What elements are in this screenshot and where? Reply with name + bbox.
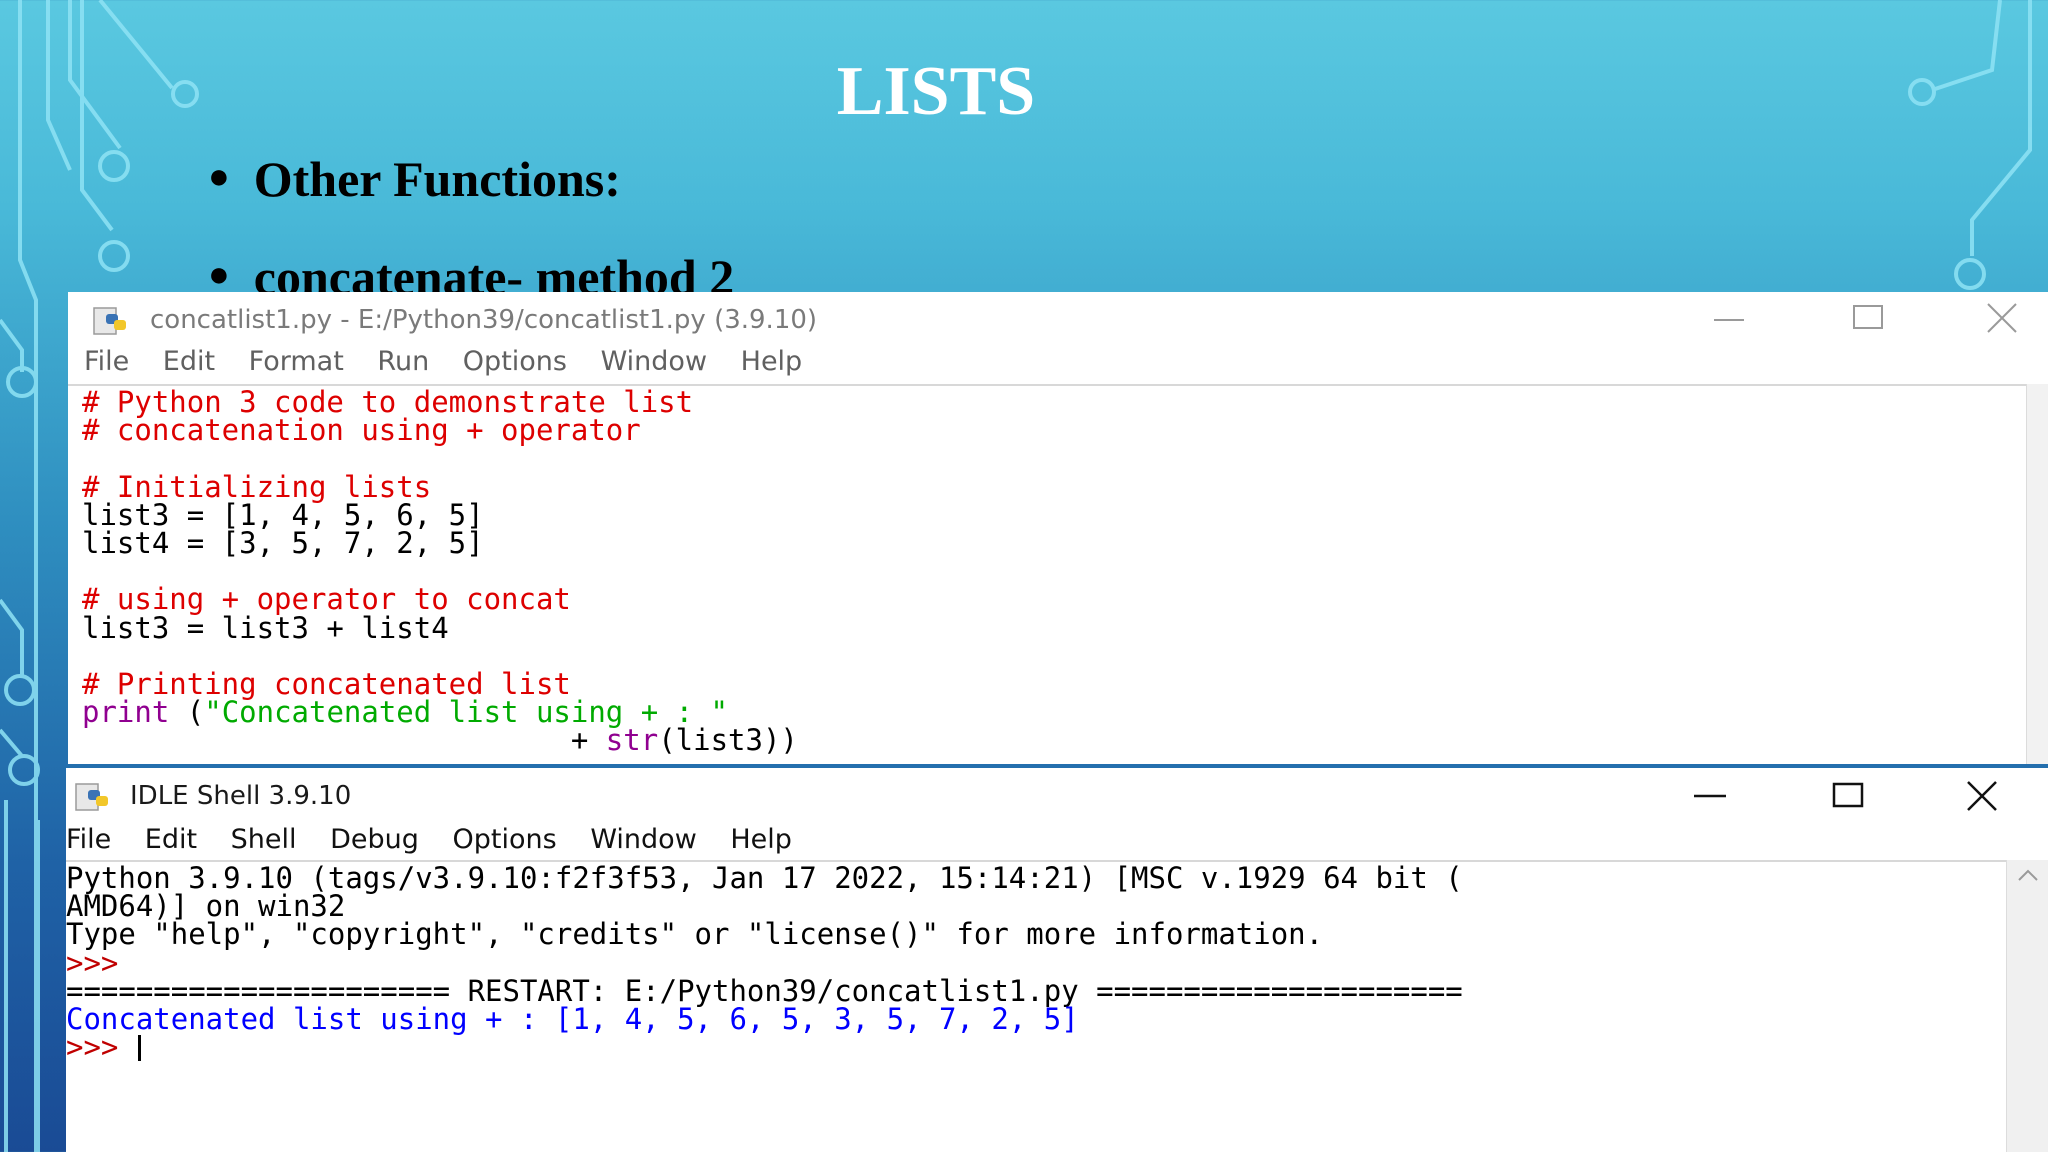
editor-menubar: File Edit Format Run Options Window Help <box>84 346 827 384</box>
code-line: list3 = [1, 4, 5, 6, 5] <box>82 497 484 532</box>
menu-format[interactable]: Format <box>249 346 344 377</box>
idle-editor-window: concatlist1.py - E:/Python39/concatlist1… <box>68 292 2048 764</box>
shell-menubar: File Edit Shell Debug Options Window Hel… <box>66 824 817 862</box>
minimize-icon[interactable] <box>1700 300 1756 340</box>
shell-output-area[interactable]: Python 3.9.10 (tags/v3.9.10:f2f3f53, Jan… <box>66 861 1463 1065</box>
shell-input-line[interactable]: >>> <box>66 1030 1463 1065</box>
editor-code-area[interactable]: # Python 3 code to demonstrate list # con… <box>82 385 798 758</box>
menu-help[interactable]: Help <box>741 346 803 377</box>
scroll-up-arrow-icon[interactable] <box>2017 868 2039 882</box>
menu-options[interactable]: Options <box>453 824 557 855</box>
shell-scrollbar[interactable] <box>2006 860 2048 1152</box>
close-icon[interactable] <box>1954 776 2010 816</box>
code-line: # Printing concatenated list <box>82 666 571 701</box>
menu-shell[interactable]: Shell <box>231 824 297 855</box>
editor-titlebar[interactable]: concatlist1.py - E:/Python39/concatlist1… <box>68 292 2048 350</box>
menu-edit[interactable]: Edit <box>163 346 215 377</box>
shell-line: Python 3.9.10 (tags/v3.9.10:f2f3f53, Jan… <box>66 861 1463 895</box>
code-token: (list3)) <box>658 723 798 758</box>
bullet-other-functions: ● Other Functions: <box>208 151 621 207</box>
code-line: list3 = list3 + list4 <box>82 610 449 645</box>
restart-line: ====================== RESTART: E:/Pytho… <box>66 973 1463 1008</box>
python-file-icon <box>93 307 126 335</box>
menu-file[interactable]: File <box>84 346 129 377</box>
minimize-icon[interactable] <box>1680 776 1736 816</box>
editor-scrollbar[interactable] <box>2026 384 2048 764</box>
menu-window[interactable]: Window <box>601 346 707 377</box>
window-title: concatlist1.py - E:/Python39/concatlist1… <box>150 305 818 335</box>
code-line: # concatenation using + operator <box>82 413 641 448</box>
shell-titlebar[interactable]: IDLE Shell 3.9.10 <box>66 768 2048 826</box>
close-icon[interactable] <box>1974 300 2030 340</box>
menu-help[interactable]: Help <box>730 824 792 855</box>
code-line: print ("Concatenated list using + : " <box>82 698 798 727</box>
menu-debug[interactable]: Debug <box>330 824 419 855</box>
code-line: list4 = [3, 5, 7, 2, 5] <box>82 525 484 560</box>
window-title: IDLE Shell 3.9.10 <box>130 781 352 811</box>
menu-edit[interactable]: Edit <box>145 824 197 855</box>
menu-file[interactable]: File <box>66 824 111 855</box>
maximize-icon[interactable] <box>1820 776 1876 816</box>
code-line: # Initializing lists <box>82 469 432 504</box>
code-line: + str(list3)) <box>82 723 798 758</box>
code-line: # Python 3 code to demonstrate list <box>82 385 694 419</box>
text-cursor <box>137 1035 141 1062</box>
bullet-text: Other Functions: <box>253 151 621 207</box>
menu-run[interactable]: Run <box>377 346 429 377</box>
shell-prompt: >>> <box>66 945 119 980</box>
idle-shell-window: IDLE Shell 3.9.10 File Edit Shell Debug … <box>66 768 2048 1152</box>
shell-line: AMD64)] on win32 <box>66 889 346 924</box>
maximize-icon[interactable] <box>1840 300 1896 340</box>
code-token: + <box>82 723 606 758</box>
slide-title: LISTS <box>836 53 1036 130</box>
menu-window[interactable]: Window <box>590 824 696 855</box>
shell-prompt: >>> <box>66 1030 136 1065</box>
code-line: # using + operator to concat <box>82 582 571 617</box>
python-file-icon <box>75 783 108 811</box>
keyword-str: str <box>605 723 659 758</box>
shell-line: Type "help", "copyright", "credits" or "… <box>66 917 1324 952</box>
program-output: Concatenated list using + : [1, 4, 5, 6,… <box>66 1001 1079 1036</box>
menu-options[interactable]: Options <box>463 346 567 377</box>
